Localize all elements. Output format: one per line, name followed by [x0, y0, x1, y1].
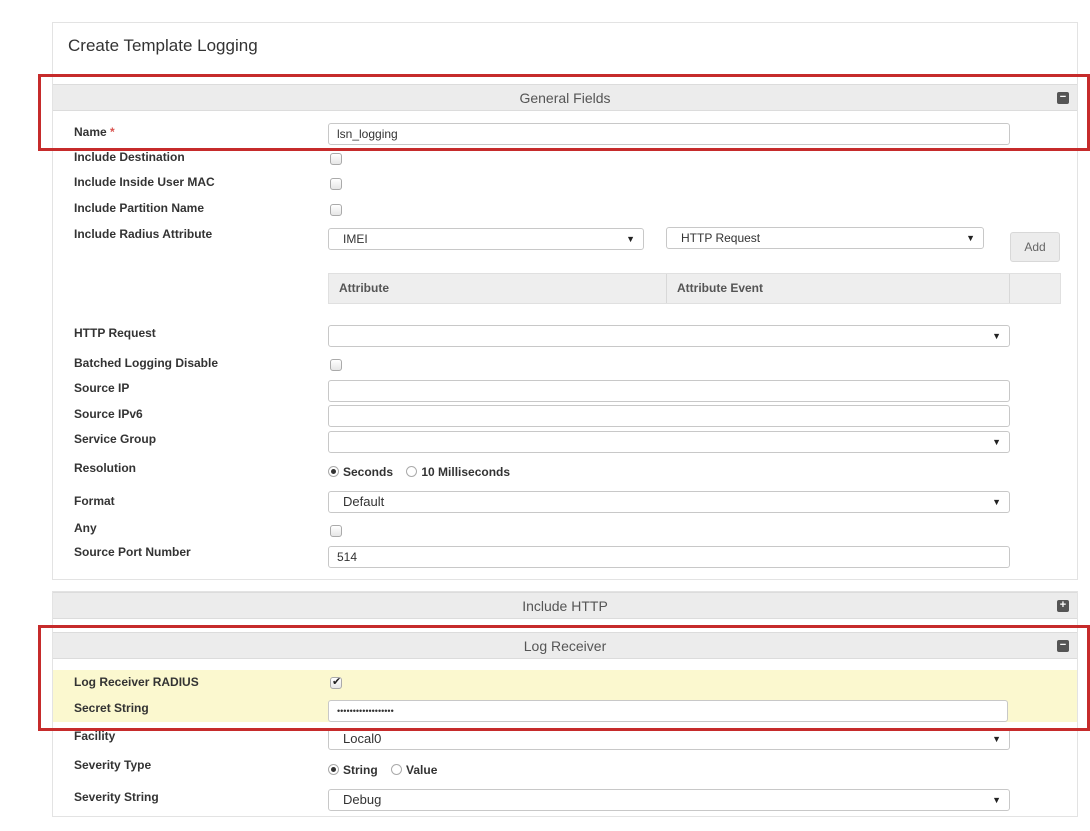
resolution-10ms-label: 10 Milliseconds	[421, 465, 511, 479]
include-http-title: Include HTTP	[522, 598, 608, 614]
batched-logging-disable-checkbox[interactable]	[330, 359, 342, 371]
radius-attribute-value: IMEI	[343, 232, 368, 246]
attribute-table-header: Attribute Attribute Event	[328, 273, 1061, 304]
resolution-seconds-radio[interactable]	[328, 466, 339, 477]
chevron-down-icon: ▼	[992, 795, 1001, 805]
include-destination-label: Include Destination	[74, 150, 185, 164]
severity-value-option-label: Value	[406, 763, 438, 777]
severity-string-label: Severity String	[74, 790, 159, 804]
log-receiver-radius-row	[53, 670, 1077, 696]
any-label: Any	[74, 521, 97, 535]
source-ipv6-label: Source IPv6	[74, 407, 143, 421]
source-ip-input[interactable]	[328, 380, 1010, 402]
radius-attribute-select[interactable]: IMEI ▼	[328, 228, 644, 250]
include-http-header[interactable]: Include HTTP +	[53, 592, 1077, 619]
severity-string-select[interactable]: Debug ▼	[328, 789, 1010, 811]
source-port-number-input[interactable]: 514	[328, 546, 1010, 568]
add-button[interactable]: Add	[1010, 232, 1060, 262]
chevron-down-icon: ▼	[992, 497, 1001, 507]
chevron-down-icon: ▼	[992, 331, 1001, 341]
include-partition-name-label: Include Partition Name	[74, 201, 205, 215]
attribute-event-column-header: Attribute Event	[667, 274, 1010, 303]
secret-string-input[interactable]: ••••••••••••••••••	[328, 700, 1008, 722]
include-inside-user-mac-label: Include Inside User MAC	[74, 175, 215, 189]
include-destination-checkbox[interactable]	[330, 153, 342, 165]
log-receiver-header[interactable]: Log Receiver −	[53, 632, 1077, 659]
any-checkbox[interactable]	[330, 525, 342, 537]
severity-string-option-label: String	[343, 763, 378, 777]
general-fields-header[interactable]: General Fields −	[53, 84, 1077, 111]
collapse-icon[interactable]: −	[1057, 92, 1069, 104]
log-receiver-title: Log Receiver	[523, 638, 607, 654]
batched-logging-disable-label: Batched Logging Disable	[74, 356, 219, 370]
facility-select[interactable]: Local0 ▼	[328, 728, 1010, 750]
name-label: Name *	[74, 125, 115, 139]
format-select[interactable]: Default ▼	[328, 491, 1010, 513]
name-input[interactable]: lsn_logging	[328, 123, 1010, 145]
severity-type-label: Severity Type	[74, 758, 152, 772]
source-port-number-label: Source Port Number	[74, 545, 191, 559]
chevron-down-icon: ▼	[992, 437, 1001, 447]
attribute-column-header: Attribute	[329, 274, 667, 303]
general-fields-title: General Fields	[519, 90, 611, 106]
name-label-text: Name	[74, 125, 107, 139]
include-partition-name-checkbox[interactable]	[330, 204, 342, 216]
radius-attribute-event-value: HTTP Request	[681, 231, 761, 245]
page-title: Create Template Logging	[68, 36, 258, 55]
service-group-select[interactable]: ▼	[328, 431, 1010, 453]
source-ip-label: Source IP	[74, 381, 130, 395]
include-radius-attribute-label: Include Radius Attribute	[74, 227, 213, 241]
required-mark: *	[110, 125, 115, 139]
collapse-icon[interactable]: −	[1057, 640, 1069, 652]
source-ipv6-input[interactable]	[328, 405, 1010, 427]
secret-string-label: Secret String	[74, 701, 149, 715]
resolution-10ms-radio[interactable]	[406, 466, 418, 477]
format-value: Default	[343, 494, 385, 509]
chevron-down-icon: ▼	[992, 734, 1001, 744]
radius-attribute-event-select[interactable]: HTTP Request ▼	[666, 227, 984, 249]
severity-value-radio[interactable]	[391, 764, 403, 775]
log-receiver-radius-label: Log Receiver RADIUS	[74, 675, 199, 689]
resolution-seconds-label: Seconds	[343, 465, 394, 479]
resolution-radio-group: Seconds 10 Milliseconds	[328, 465, 520, 479]
log-receiver-radius-checkbox[interactable]	[330, 675, 342, 689]
facility-value: Local0	[343, 731, 382, 746]
severity-string-value: Debug	[343, 792, 382, 807]
severity-string-radio[interactable]	[328, 764, 339, 775]
format-label: Format	[74, 494, 115, 508]
expand-icon[interactable]: +	[1057, 600, 1069, 612]
service-group-label: Service Group	[74, 432, 157, 446]
http-request-select[interactable]: ▼	[328, 325, 1010, 347]
severity-type-radio-group: String Value	[328, 763, 447, 777]
http-request-label: HTTP Request	[74, 326, 156, 340]
chevron-down-icon: ▼	[626, 234, 635, 244]
chevron-down-icon: ▼	[966, 233, 975, 243]
resolution-label: Resolution	[74, 461, 136, 475]
include-inside-user-mac-checkbox[interactable]	[330, 178, 342, 190]
facility-label: Facility	[74, 729, 116, 743]
